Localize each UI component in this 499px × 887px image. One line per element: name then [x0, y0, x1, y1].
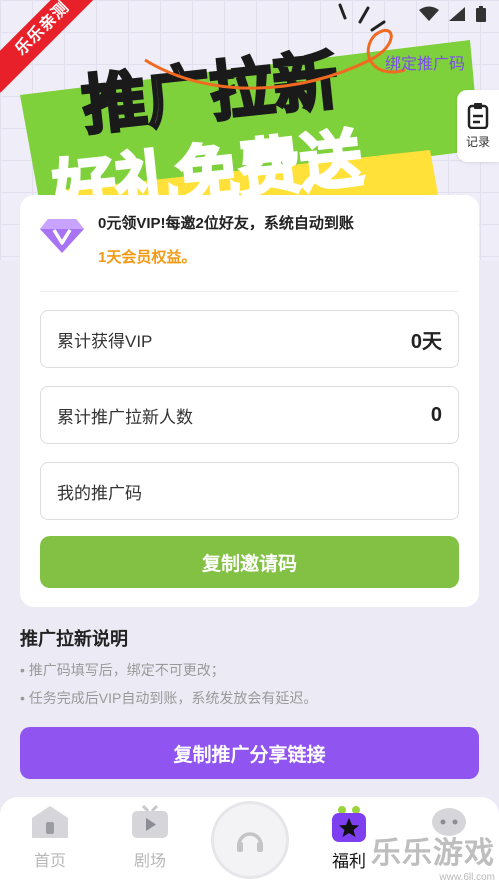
total-vip-value: 0天 [410, 330, 442, 353]
rules-title: 推广拉新说明 [20, 629, 128, 649]
watermark: 乐乐游戏 www.6ll.com [371, 828, 495, 883]
center-action-button[interactable] [211, 801, 289, 879]
tab-theater[interactable]: 剧场 [115, 805, 185, 871]
rule-item: • 任务完成后VIP自动到账，系统发放会有延迟。 [20, 690, 318, 706]
star-gift-icon [332, 806, 366, 842]
diamond-v-icon [40, 219, 84, 253]
signal-icon [449, 7, 465, 21]
record-button[interactable]: 记录 [457, 90, 499, 162]
rule-item: • 推广码填写后，绑定不可更改； [20, 662, 225, 678]
copy-invite-code-button[interactable]: 复制邀请码 [40, 536, 459, 588]
clipboard-icon [467, 102, 489, 129]
tab-home[interactable]: 首页 [15, 805, 85, 871]
copy-share-link-button[interactable]: 复制推广分享链接 [20, 727, 479, 779]
total-vip-label: 累计获得VIP [57, 331, 153, 351]
total-invites-field: 累计推广拉新人数 0 [40, 386, 459, 444]
wifi-icon [419, 6, 439, 21]
promo-card: 0元领VIP!每邀2位好友，系统自动到账 1天会员权益。 累计获得VIP 0天 … [20, 195, 479, 607]
sparkle-lines [338, 3, 386, 32]
home-icon [32, 806, 68, 838]
bind-promo-code-link[interactable]: 绑定推广码 [385, 50, 465, 74]
divider [40, 291, 459, 292]
vip-info: 0元领VIP!每邀2位好友，系统自动到账 1天会员权益。 [40, 215, 354, 269]
total-invites-label: 累计推广拉新人数 [57, 407, 193, 427]
tab-theater-label: 剧场 [133, 853, 166, 870]
total-invites-value: 0 [430, 403, 442, 426]
bottom-tab-bar: 首页 剧场 福利 乐乐游戏 www.6ll.com [0, 797, 499, 887]
headphones-icon [237, 832, 263, 852]
tab-welfare-label: 福利 [332, 852, 366, 871]
watermark-main: 乐乐游戏 [371, 837, 495, 870]
battery-icon [476, 6, 486, 22]
my-promo-code-label: 我的推广码 [57, 483, 142, 503]
tv-icon [132, 805, 168, 838]
watermark-url: www.6ll.com [439, 872, 495, 883]
vip-description: 0元领VIP!每邀2位好友，系统自动到账 [98, 215, 354, 232]
status-bar [419, 6, 487, 22]
my-promo-code-field[interactable]: 我的推广码 [40, 462, 459, 520]
total-vip-field: 累计获得VIP 0天 [40, 310, 459, 368]
record-label: 记录 [465, 134, 490, 149]
vip-benefit: 1天会员权益。 [98, 249, 197, 266]
tab-home-label: 首页 [33, 853, 66, 870]
